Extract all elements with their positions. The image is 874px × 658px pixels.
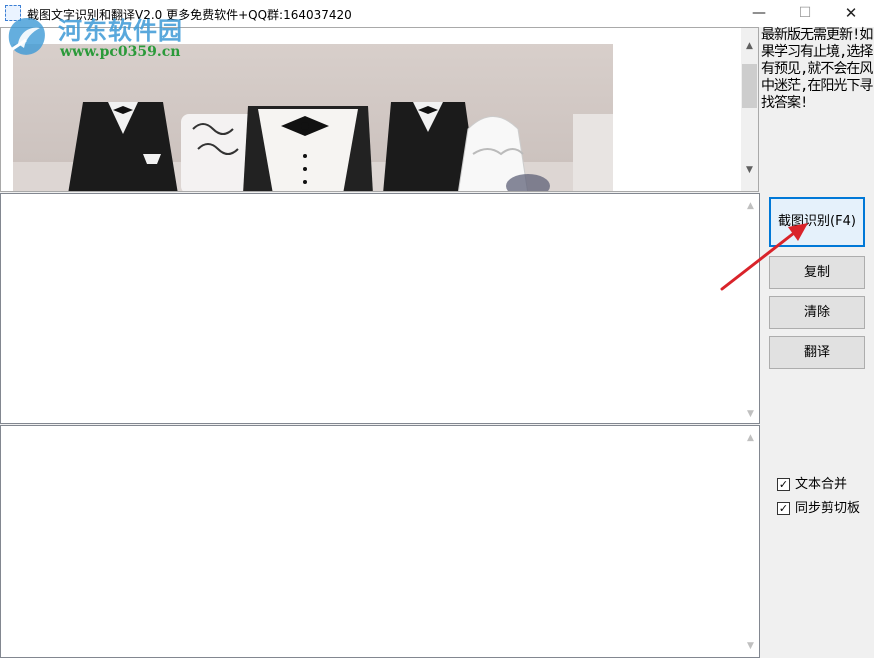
- minimize-button[interactable]: —: [736, 0, 782, 27]
- watermark-site-name: 河东软件园: [58, 16, 183, 45]
- merge-text-label: 文本合并: [795, 477, 848, 492]
- scroll-down-arrow-icon[interactable]: ▼: [742, 638, 759, 655]
- annotation-arrow-icon: [720, 223, 808, 291]
- scroll-up-arrow-icon[interactable]: ▲: [741, 38, 758, 55]
- translation-scrollbar[interactable]: ▲ ▼: [742, 426, 759, 657]
- translation-textarea[interactable]: ▲ ▼: [0, 425, 760, 658]
- scroll-up-arrow-icon[interactable]: ▲: [742, 198, 759, 215]
- merge-text-checkbox[interactable]: ✓: [777, 478, 790, 491]
- scroll-down-arrow-icon[interactable]: ▼: [742, 406, 759, 423]
- close-button[interactable]: ✕: [828, 0, 874, 27]
- scrollbar-thumb[interactable]: [742, 64, 757, 108]
- watermark-url: www.pc0359.cn: [60, 44, 181, 60]
- watermark-logo-icon: [7, 18, 45, 55]
- maximize-button[interactable]: ☐: [782, 0, 828, 27]
- preview-scrollbar[interactable]: ▲ ▼: [741, 28, 758, 191]
- translate-button[interactable]: 翻译: [769, 336, 865, 369]
- update-notice: 最新版无需更新!如果学习有止境,选择有预见,就不会在风中迷茫,在阳光下寻找答案!: [761, 27, 873, 111]
- scroll-down-arrow-icon[interactable]: ▼: [741, 162, 758, 179]
- sync-clipboard-label: 同步剪切板: [795, 501, 861, 516]
- captured-image: [13, 44, 613, 191]
- sync-clipboard-checkbox[interactable]: ✓: [777, 502, 790, 515]
- clear-button[interactable]: 清除: [769, 296, 865, 329]
- scroll-up-arrow-icon[interactable]: ▲: [742, 430, 759, 447]
- ocr-result-textarea[interactable]: ▲ ▼: [0, 193, 760, 424]
